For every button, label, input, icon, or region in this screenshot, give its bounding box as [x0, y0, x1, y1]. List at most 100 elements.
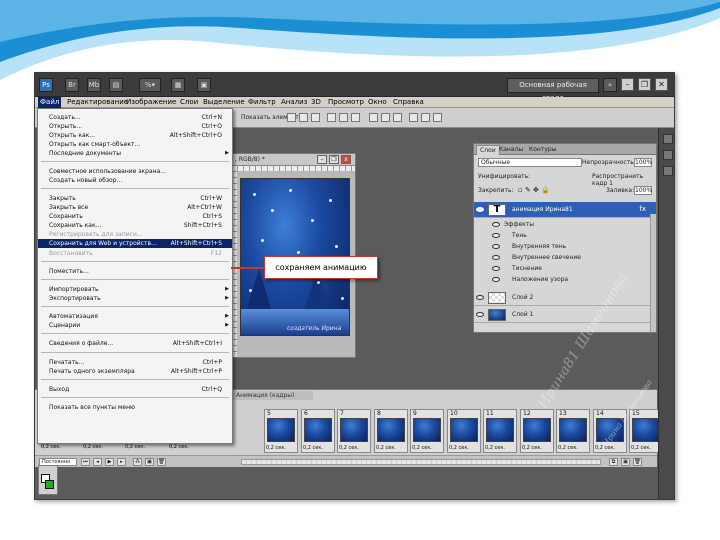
- frame-delay[interactable]: 0,2 сек.: [631, 445, 651, 451]
- tween-icon[interactable]: ⁂: [133, 458, 142, 466]
- workspace-button[interactable]: Основная рабочая среда: [507, 78, 599, 102]
- file-menu-item[interactable]: Экспортировать ▶: [38, 294, 232, 303]
- arrange-docs-icon[interactable]: ▦: [171, 78, 185, 92]
- visibility-eye-icon[interactable]: [492, 244, 500, 249]
- screen-mode-icon[interactable]: ▣: [197, 78, 211, 92]
- next-frame-icon[interactable]: ▸: [117, 458, 126, 466]
- menu-file[interactable]: Файл: [38, 97, 62, 108]
- delete-frame-icon[interactable]: 🗑: [157, 458, 166, 466]
- layer-row[interactable]: Слой 1: [474, 307, 656, 323]
- restore-button[interactable]: ❐: [638, 78, 651, 91]
- opacity-field[interactable]: 100%: [634, 158, 652, 167]
- foreground-color-swatch[interactable]: [45, 480, 54, 489]
- play-icon[interactable]: ▶: [105, 458, 114, 466]
- align-hcenter-icon[interactable]: [339, 113, 348, 122]
- animation-tab[interactable]: Анимация (кадры): [233, 391, 313, 400]
- frame-delay[interactable]: 0,2 сек.: [522, 445, 542, 451]
- align-bottom-icon[interactable]: [311, 113, 320, 122]
- distribute-right-icon[interactable]: [433, 113, 442, 122]
- frame-delay[interactable]: 0,2 сек.: [169, 444, 189, 450]
- minimize-button[interactable]: –: [621, 78, 634, 91]
- layer-row[interactable]: T анимация Ирина81 fx: [474, 202, 656, 218]
- visibility-eye-icon[interactable]: [492, 255, 500, 260]
- dock-panel-icon[interactable]: [663, 166, 673, 176]
- first-frame-icon[interactable]: ⏮: [81, 458, 90, 466]
- file-menu-item[interactable]: Регистрировать для записи...: [38, 230, 232, 239]
- file-menu-item[interactable]: Создать... Ctrl+N: [38, 113, 232, 122]
- frame-delay[interactable]: 0,2 сек.: [125, 444, 145, 450]
- menu-edit[interactable]: Редактирование: [67, 97, 128, 108]
- visibility-eye-icon[interactable]: [492, 266, 500, 271]
- doc-restore-icon[interactable]: ❐: [329, 155, 339, 164]
- menu-layers[interactable]: Слои: [180, 97, 198, 108]
- minibridge-icon[interactable]: Mb: [87, 78, 101, 92]
- menu-image[interactable]: Изображение: [126, 97, 176, 108]
- dock-panel-icon[interactable]: [663, 150, 673, 160]
- frames-scrollbar[interactable]: [241, 459, 601, 465]
- lock-icons[interactable]: ▫ ✎ ✥ 🔒: [518, 186, 550, 194]
- animation-frame[interactable]: 8 0,2 сек.: [374, 409, 408, 453]
- tab-channels[interactable]: Каналы: [496, 145, 526, 155]
- file-menu-item[interactable]: Закрыть Ctrl+W: [38, 194, 232, 203]
- file-menu-item[interactable]: Выход Ctrl+Q: [38, 385, 232, 394]
- frame-delay[interactable]: 0,2 сек.: [41, 444, 61, 450]
- file-menu-item[interactable]: Сохранить Ctrl+S: [38, 212, 232, 221]
- panel-delete-icon[interactable]: 🗑: [633, 458, 642, 466]
- panel-duplicate-icon[interactable]: ▣: [621, 458, 630, 466]
- frame-delay[interactable]: 0,2 сек.: [558, 445, 578, 451]
- frame-delay[interactable]: 0,2 сек.: [303, 445, 323, 451]
- fill-field[interactable]: 100%: [634, 186, 652, 195]
- file-menu-item[interactable]: Сохранить как... Shift+Ctrl+S: [38, 221, 232, 230]
- align-vcenter-icon[interactable]: [299, 113, 308, 122]
- animation-frame[interactable]: 10 0,2 сек.: [447, 409, 481, 453]
- menu-filter[interactable]: Фильтр: [248, 97, 276, 108]
- visibility-eye-icon[interactable]: [492, 222, 500, 227]
- file-menu-item[interactable]: Последние документы ▶: [38, 149, 232, 158]
- visibility-eye-icon[interactable]: [492, 233, 500, 238]
- blend-mode-select[interactable]: Обычные: [478, 158, 582, 167]
- layer-row[interactable]: Слой 2: [474, 290, 656, 306]
- more-workspaces-icon[interactable]: »: [603, 78, 617, 92]
- file-menu-item[interactable]: Поместить...: [38, 267, 232, 276]
- view-extras-icon[interactable]: ▤: [109, 78, 123, 92]
- file-menu-item[interactable]: Восстановить F12: [38, 249, 232, 258]
- file-menu-item[interactable]: Печатать... Ctrl+P: [38, 358, 232, 367]
- file-menu-item[interactable]: Создать новый обзор...: [38, 176, 232, 185]
- file-menu-item[interactable]: Открыть как... Alt+Shift+Ctrl+O: [38, 131, 232, 140]
- propagate-label[interactable]: Распространить кадр 1: [592, 173, 656, 187]
- visibility-eye-icon[interactable]: [476, 295, 484, 300]
- frame-delay[interactable]: 0,2 сек.: [339, 445, 359, 451]
- visibility-eye-icon[interactable]: [492, 277, 500, 282]
- bridge-icon[interactable]: Br: [65, 78, 79, 92]
- menu-analysis[interactable]: Анализ: [281, 97, 307, 108]
- frame-delay[interactable]: 0,2 сек.: [485, 445, 505, 451]
- doc-close-icon[interactable]: x: [341, 155, 351, 164]
- align-left-icon[interactable]: [327, 113, 336, 122]
- file-menu-item[interactable]: Закрыть все Alt+Ctrl+W: [38, 203, 232, 212]
- distribute-left-icon[interactable]: [409, 113, 418, 122]
- animation-frame[interactable]: 6 0,2 сек.: [301, 409, 335, 453]
- frame-delay[interactable]: 0,2 сек.: [83, 444, 103, 450]
- frame-delay[interactable]: 0,2 сек.: [376, 445, 396, 451]
- distribute-vcenter-icon[interactable]: [381, 113, 390, 122]
- duplicate-frame-icon[interactable]: ▣: [145, 458, 154, 466]
- zoom-level-icon[interactable]: %▾: [139, 78, 161, 92]
- animation-frame[interactable]: 5 0,2 сек.: [264, 409, 298, 453]
- distribute-bottom-icon[interactable]: [393, 113, 402, 122]
- animation-frame[interactable]: 12 0,2 сек.: [520, 409, 554, 453]
- doc-minimize-icon[interactable]: –: [317, 155, 327, 164]
- file-menu-item[interactable]: Импортировать ▶: [38, 285, 232, 294]
- file-menu-item[interactable]: Открыть как смарт-объект...: [38, 140, 232, 149]
- file-menu-item[interactable]: Печать одного экземпляра Alt+Shift+Ctrl+P: [38, 367, 232, 376]
- file-menu-item[interactable]: Показать все пункты меню: [38, 403, 232, 412]
- animation-frame[interactable]: 13 0,2 сек.: [556, 409, 590, 453]
- menu-select[interactable]: Выделение: [203, 97, 245, 108]
- file-menu-item[interactable]: Сценарии ▶: [38, 321, 232, 330]
- file-menu-item[interactable]: Открыть... Ctrl+O: [38, 122, 232, 131]
- tab-paths[interactable]: Контуры: [526, 145, 559, 155]
- visibility-eye-icon[interactable]: [476, 207, 484, 212]
- timeline-mode-icon[interactable]: ⧉: [609, 458, 618, 466]
- file-menu-item[interactable]: Автоматизация ▶: [38, 312, 232, 321]
- visibility-eye-icon[interactable]: [476, 312, 484, 317]
- dock-panel-icon[interactable]: [663, 134, 673, 144]
